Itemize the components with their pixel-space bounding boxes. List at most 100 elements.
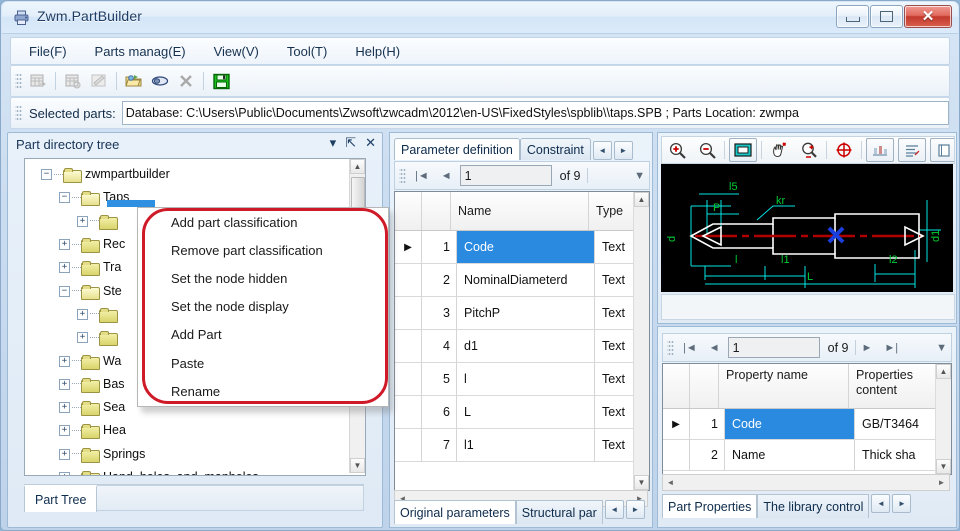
new-table-icon[interactable] [26,70,50,93]
tree-toggle[interactable]: + [59,262,70,274]
zoom-previous-icon[interactable] [794,139,824,161]
bottom-tab-scroll-left-icon[interactable]: ◄ [871,494,891,513]
cell-property-name[interactable]: Name [725,440,855,470]
tree-toggle[interactable]: − [59,285,70,297]
bottom-tab-scroll-right-icon[interactable]: ► [625,500,645,519]
menu-tool[interactable]: Tool(T) [277,41,337,62]
edit-table-icon[interactable] [87,70,111,93]
menu-item-paste[interactable]: Paste [138,349,388,377]
menu-item-set-node-display[interactable]: Set the node display [138,293,388,321]
menu-file[interactable]: File(F) [19,41,77,62]
menu-help[interactable]: Help(H) [345,41,410,62]
nav-last-icon[interactable]: ►| [878,341,904,355]
toolbar-grip[interactable] [15,72,22,90]
tree-item[interactable]: − zwmpartbuilder [25,163,349,186]
tree-toggle[interactable]: + [59,355,70,367]
scroll-up-icon[interactable]: ▲ [936,364,951,379]
nav-next-icon[interactable]: ► [856,341,879,355]
table-row[interactable]: 7 l1 Text [395,429,649,462]
tab-scroll-left-icon[interactable]: ◄ [592,141,612,160]
minimize-button[interactable] [836,5,869,28]
nav-first-icon[interactable]: |◄ [409,169,435,183]
table-row[interactable]: 5 l Text [395,363,649,396]
navigator-grip[interactable] [667,338,674,357]
close-icon[interactable]: ✕ [365,135,376,151]
cell-name[interactable]: Code [457,231,595,263]
part-preview-canvas[interactable]: l5 P kr l l1 l2 L d d1 [661,164,953,292]
navigator-grip[interactable] [399,166,406,185]
nav-record-input[interactable]: 1 [459,165,552,186]
grid-header-name[interactable]: Name [451,192,589,230]
bottom-tab-scroll-left-icon[interactable]: ◄ [604,500,624,519]
table-row[interactable]: 3 PitchP Text [395,297,649,330]
parameter-grid[interactable]: Name Type ▶ 1 Code Text 2 NominalDiamete… [394,191,650,491]
table-row[interactable]: 6 L Text [395,396,649,429]
tab-library-control[interactable]: The library control [757,494,870,518]
link-icon[interactable] [148,70,172,93]
cell-property-name[interactable]: Code [725,409,855,439]
scroll-up-icon[interactable]: ▲ [350,159,365,174]
tree-toggle[interactable]: + [59,378,70,390]
zoom-in-icon[interactable] [662,139,692,161]
tree-toggle[interactable]: + [59,402,70,414]
grid-vertical-scrollbar[interactable]: ▲ ▼ [935,364,951,474]
tab-scroll-right-icon[interactable]: ► [613,141,633,160]
tree-toggle[interactable]: + [77,332,88,344]
tree-toggle[interactable]: + [77,308,88,320]
tab-part-properties[interactable]: Part Properties [662,494,758,518]
tree-toggle[interactable]: − [41,169,52,181]
tree-toggle[interactable]: + [59,448,70,460]
tree-toggle[interactable]: + [59,239,70,251]
cell-name[interactable]: l1 [457,429,595,461]
cell-name[interactable]: d1 [457,330,595,362]
open-table-icon[interactable] [61,70,85,93]
menu-item-remove-part-classification[interactable]: Remove part classification [138,236,388,264]
scroll-right-icon[interactable]: ► [934,475,949,490]
bottom-tab-scroll-right-icon[interactable]: ► [892,494,912,513]
close-button[interactable]: ✕ [904,5,952,28]
table-row[interactable]: 4 d1 Text [395,330,649,363]
zoom-window-icon[interactable] [729,138,757,162]
nav-record-input[interactable]: 1 [727,337,820,358]
tab-structural-parameters[interactable]: Structural par [515,500,603,524]
table-row[interactable]: 2 Name Thick sha [663,440,951,471]
tree-toggle[interactable]: + [77,215,88,227]
grid-vertical-scrollbar[interactable]: ▲ ▼ [633,192,649,490]
dimension-style-icon[interactable] [866,138,894,162]
delete-x-icon[interactable] [174,70,198,93]
tree-item[interactable]: + Hand_holes_and_manholes [25,466,349,475]
zoom-out-icon[interactable] [692,139,722,161]
grid-header-property-name[interactable]: Property name [719,364,849,408]
nav-overflow-icon[interactable]: ▼ [930,341,951,355]
tree-toggle[interactable]: + [59,472,70,475]
cell-name[interactable]: L [457,396,595,428]
save-disk-icon[interactable] [209,70,233,93]
cell-name[interactable]: PitchP [457,297,595,329]
cell-name[interactable]: l [457,363,595,395]
scroll-down-icon[interactable]: ▼ [634,475,649,490]
table-row[interactable]: ▶ 1 Code GB/T3464 [663,409,951,440]
table-row[interactable]: ▶ 1 Code Text [395,231,649,264]
selected-parts-path[interactable]: Database: C:\Users\Public\Documents\Zwso… [121,101,949,125]
menu-item-add-part-classification[interactable]: Add part classification [138,208,388,236]
nav-overflow-icon[interactable]: ▼ [628,169,649,183]
tree-toggle[interactable]: − [59,192,70,204]
scroll-down-icon[interactable]: ▼ [936,459,951,474]
menu-parts-manage[interactable]: Parts manag(E) [85,41,196,62]
scroll-up-icon[interactable]: ▲ [634,192,649,207]
scroll-down-icon[interactable]: ▼ [350,458,365,473]
folder-open-icon[interactable] [122,70,146,93]
properties-grid[interactable]: Property name Properties content ▶ 1 Cod… [662,363,952,475]
tab-parameter-definition[interactable]: Parameter definition [394,138,520,160]
tree-item[interactable]: + Hea [25,419,349,442]
pan-hand-icon[interactable] [764,139,794,161]
nav-prev-icon[interactable]: ◄ [435,169,458,183]
dropdown-icon[interactable]: ▾ [330,135,337,151]
tree-item[interactable]: + Springs [25,443,349,466]
menu-item-rename[interactable]: Rename [138,377,388,405]
selected-parts-grip[interactable] [15,104,22,122]
menu-item-add-part[interactable]: Add Part [138,321,388,349]
table-row[interactable]: 2 NominalDiameterd Text [395,264,649,297]
tab-part-tree[interactable]: Part Tree [24,485,98,512]
maximize-button[interactable] [870,5,903,28]
